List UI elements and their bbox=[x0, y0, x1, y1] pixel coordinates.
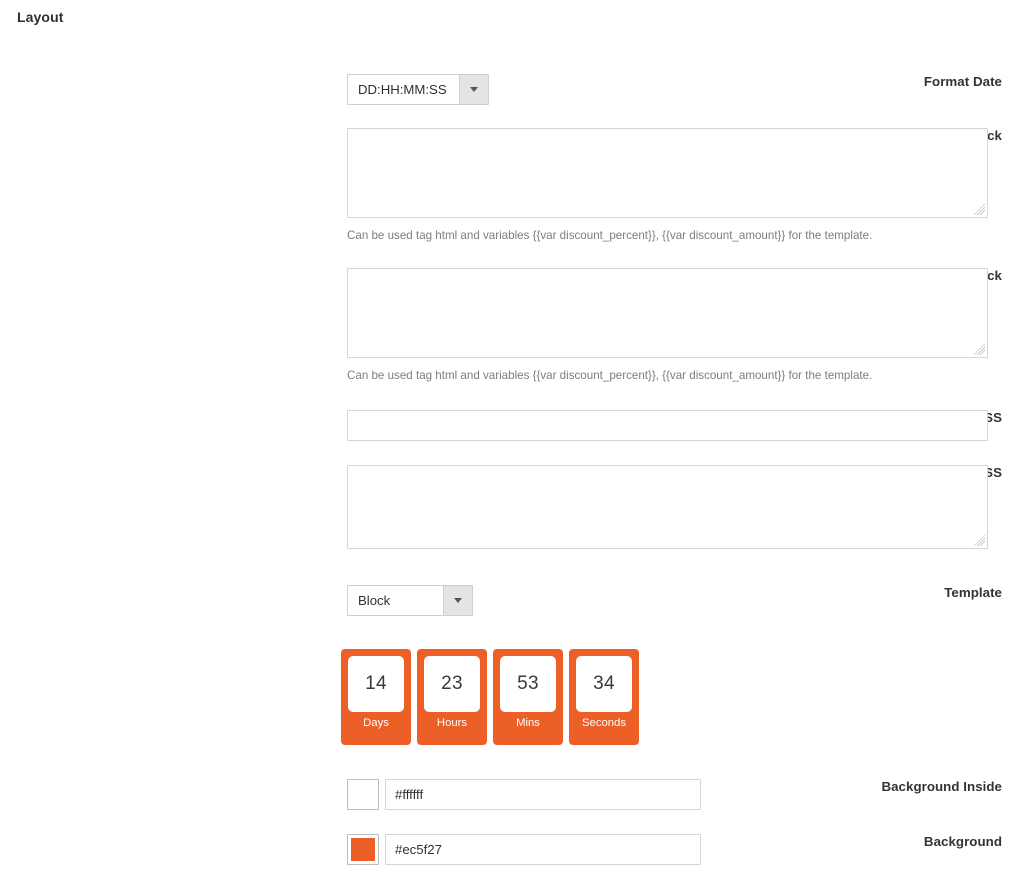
layout-settings-page: Layout Format Date DD:HH:MM:SS Text Befo… bbox=[0, 0, 1024, 895]
template-control: Block bbox=[347, 585, 473, 616]
countdown-value-days: 14 bbox=[348, 656, 404, 712]
countdown-block-seconds: 34 Seconds bbox=[569, 649, 639, 745]
background-inside-color-swatch[interactable] bbox=[347, 779, 379, 810]
color-swatch-icon bbox=[351, 838, 375, 861]
countdown-label-hours: Hours bbox=[437, 718, 467, 729]
chevron-down-icon bbox=[454, 598, 462, 603]
countdown-label-days: Days bbox=[363, 718, 389, 729]
countdown-label-seconds: Seconds bbox=[582, 718, 626, 729]
text-before-clock-textarea[interactable] bbox=[347, 128, 988, 218]
background-inside-hex-input[interactable] bbox=[385, 779, 701, 810]
template-select[interactable]: Block bbox=[347, 585, 473, 616]
countdown-label-mins: Mins bbox=[516, 718, 540, 729]
countdown-value-seconds: 34 bbox=[576, 656, 632, 712]
countdown-block-hours: 23 Hours bbox=[417, 649, 487, 745]
text-before-clock-control bbox=[347, 128, 988, 218]
text-after-clock-hint: Can be used tag html and variables {{var… bbox=[347, 369, 872, 382]
custom-css-textarea[interactable] bbox=[347, 465, 988, 549]
background-inside-control bbox=[347, 779, 701, 810]
chevron-down-icon bbox=[470, 87, 478, 92]
background-hex-input[interactable] bbox=[385, 834, 701, 865]
countdown-clock-preview: 14 Days 23 Hours 53 Mins 34 Seconds bbox=[341, 649, 639, 745]
format-date-selected-value: DD:HH:MM:SS bbox=[348, 75, 459, 104]
text-before-clock-hint: Can be used tag html and variables {{var… bbox=[347, 229, 872, 242]
format-date-dropdown-button[interactable] bbox=[459, 75, 488, 104]
template-label: Template bbox=[700, 585, 1024, 600]
background-label: Background bbox=[700, 834, 1024, 849]
page-title: Layout bbox=[17, 9, 64, 25]
color-swatch-icon bbox=[351, 783, 375, 806]
background-color-swatch[interactable] bbox=[347, 834, 379, 865]
text-after-clock-textarea[interactable] bbox=[347, 268, 988, 358]
custom-css-control bbox=[347, 465, 988, 549]
format-date-control: DD:HH:MM:SS bbox=[347, 74, 489, 105]
template-dropdown-button[interactable] bbox=[443, 586, 472, 615]
format-date-label: Format Date bbox=[700, 74, 1024, 89]
template-selected-value: Block bbox=[348, 586, 443, 615]
countdown-value-hours: 23 bbox=[424, 656, 480, 712]
format-date-select[interactable]: DD:HH:MM:SS bbox=[347, 74, 489, 105]
class-css-control bbox=[347, 410, 988, 441]
class-css-input[interactable] bbox=[347, 410, 988, 441]
countdown-block-days: 14 Days bbox=[341, 649, 411, 745]
countdown-value-mins: 53 bbox=[500, 656, 556, 712]
background-control bbox=[347, 834, 701, 865]
countdown-block-mins: 53 Mins bbox=[493, 649, 563, 745]
text-after-clock-control bbox=[347, 268, 988, 358]
background-inside-label: Background Inside bbox=[700, 779, 1024, 794]
